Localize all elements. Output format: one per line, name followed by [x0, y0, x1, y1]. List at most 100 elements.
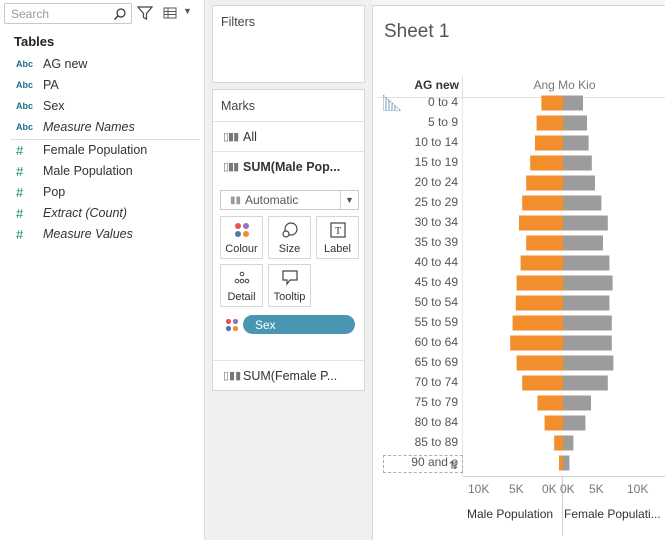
marks-tab-female[interactable]: ▯▮▮ SUM(Female P... — [212, 360, 365, 391]
male-bar[interactable] — [526, 235, 563, 251]
tooltip-icon — [281, 270, 298, 286]
male-bar[interactable] — [537, 395, 563, 411]
filters-shelf[interactable]: Filters — [212, 5, 365, 83]
male-bar[interactable] — [535, 135, 563, 151]
row-label[interactable]: 50 to 54 — [377, 295, 458, 309]
field-item[interactable]: # Male Population — [0, 161, 205, 181]
detail-button[interactable]: Detail — [220, 264, 263, 307]
row-label[interactable]: 0 to 4 — [377, 95, 458, 109]
bar-chart-icon: ▯▮▮ — [223, 161, 239, 173]
field-name: AG new — [43, 57, 88, 71]
male-bar[interactable] — [554, 435, 563, 451]
row-label[interactable]: 35 to 39 — [377, 235, 458, 249]
marks-tab-male[interactable]: ▯▮▮ SUM(Male Pop... — [213, 151, 364, 181]
search-icon[interactable] — [113, 7, 127, 21]
female-bar[interactable] — [563, 315, 612, 331]
field-name: Sex — [43, 99, 65, 113]
row-label[interactable]: 45 to 49 — [377, 275, 458, 289]
row-label[interactable]: 80 to 84 — [377, 415, 458, 429]
row-header-title[interactable]: AG new — [377, 78, 459, 92]
female-bar[interactable] — [563, 295, 610, 311]
row-label[interactable]: 85 to 89 — [377, 435, 458, 449]
sex-colour-pill[interactable]: Sex — [243, 315, 355, 334]
dimension-type-icon: Abc — [16, 101, 34, 111]
list-view-icon[interactable] — [163, 6, 177, 20]
x-axis-title-left[interactable]: Male Population — [467, 507, 553, 521]
row-label[interactable]: 15 to 19 — [377, 155, 458, 169]
filter-icon[interactable] — [137, 5, 153, 21]
field-item[interactable]: Abc Sex — [0, 96, 205, 116]
male-bar[interactable] — [522, 375, 563, 391]
field-item[interactable]: Abc Measure Names — [0, 117, 205, 137]
female-bar[interactable] — [563, 115, 587, 131]
mark-type-dropdown[interactable]: ▮▮ Automatic ▼ — [220, 190, 359, 210]
x-tick-label: 10K — [627, 482, 649, 496]
row-label[interactable]: 65 to 69 — [377, 355, 458, 369]
male-bar[interactable] — [536, 115, 563, 131]
svg-text:T: T — [334, 226, 340, 237]
male-bar[interactable] — [510, 335, 563, 351]
row-label[interactable]: 55 to 59 — [377, 315, 458, 329]
field-name: PA — [43, 78, 59, 92]
marks-female-label: SUM(Female P... — [243, 368, 338, 383]
size-button[interactable]: Size — [268, 216, 311, 259]
search-box[interactable] — [4, 3, 132, 24]
worksheet[interactable]: Sheet 1 AG new Ang Mo Kio 0 to 4 5 to 9 10… — [372, 5, 665, 540]
row-label[interactable]: 40 to 44 — [377, 255, 458, 269]
row-label[interactable]: 20 to 24 — [377, 175, 458, 189]
row-label[interactable]: 10 to 14 — [377, 135, 458, 149]
label-button[interactable]: T Label — [316, 216, 359, 259]
male-bar[interactable] — [519, 215, 563, 231]
detail-label: Detail — [227, 291, 256, 303]
field-item[interactable]: # Female Population — [0, 140, 205, 160]
field-item[interactable]: # Pop — [0, 182, 205, 202]
male-bar[interactable] — [530, 155, 563, 171]
female-bar[interactable] — [563, 275, 613, 291]
female-bar[interactable] — [563, 215, 608, 231]
dimension-type-icon: Abc — [16, 122, 34, 132]
measure-type-icon: # — [16, 142, 24, 158]
row-label[interactable]: 30 to 34 — [377, 215, 458, 229]
row-label[interactable]: 5 to 9 — [377, 115, 458, 129]
male-bar[interactable] — [512, 315, 563, 331]
female-bar[interactable] — [563, 335, 612, 351]
male-bar[interactable] — [559, 455, 563, 471]
row-label[interactable]: 60 to 64 — [377, 335, 458, 349]
male-bar[interactable] — [515, 295, 563, 311]
female-bar[interactable] — [563, 175, 595, 191]
female-bar[interactable] — [563, 355, 614, 371]
chevron-down-icon[interactable]: ▼ — [340, 191, 358, 209]
female-bar[interactable] — [563, 235, 603, 251]
chevron-down-icon[interactable]: ▼ — [183, 6, 192, 16]
search-input[interactable] — [5, 4, 113, 23]
female-bar[interactable] — [563, 135, 589, 151]
male-bar[interactable] — [516, 275, 563, 291]
field-item[interactable]: # Measure Values — [0, 224, 205, 244]
male-bar[interactable] — [522, 195, 563, 211]
male-bar[interactable] — [516, 355, 563, 371]
row-label[interactable]: 25 to 29 — [377, 195, 458, 209]
colour-button[interactable]: Colour — [220, 216, 263, 259]
row-label[interactable]: 90 and o — [377, 455, 458, 469]
row-label[interactable]: 75 to 79 — [377, 395, 458, 409]
field-item[interactable]: Abc AG new — [0, 54, 205, 74]
marks-tab-all[interactable]: ▯▮▮ All — [213, 121, 364, 151]
female-bar[interactable] — [563, 395, 591, 411]
measure-type-icon: # — [16, 163, 24, 179]
row-label[interactable]: 70 to 74 — [377, 375, 458, 389]
field-item[interactable]: # Extract (Count) — [0, 203, 205, 223]
female-bar[interactable] — [563, 455, 570, 471]
male-bar[interactable] — [544, 415, 563, 431]
male-bar[interactable] — [526, 175, 563, 191]
male-bar[interactable] — [520, 255, 563, 271]
x-axis-title-right[interactable]: Female Populati... — [564, 507, 665, 521]
field-item[interactable]: Abc PA — [0, 75, 205, 95]
female-bar[interactable] — [563, 375, 608, 391]
female-bar[interactable] — [563, 155, 592, 171]
divider — [462, 76, 463, 98]
female-bar[interactable] — [563, 435, 574, 451]
female-bar[interactable] — [563, 255, 610, 271]
female-bar[interactable] — [563, 195, 602, 211]
female-bar[interactable] — [563, 415, 586, 431]
tooltip-button[interactable]: Tooltip — [268, 264, 311, 307]
